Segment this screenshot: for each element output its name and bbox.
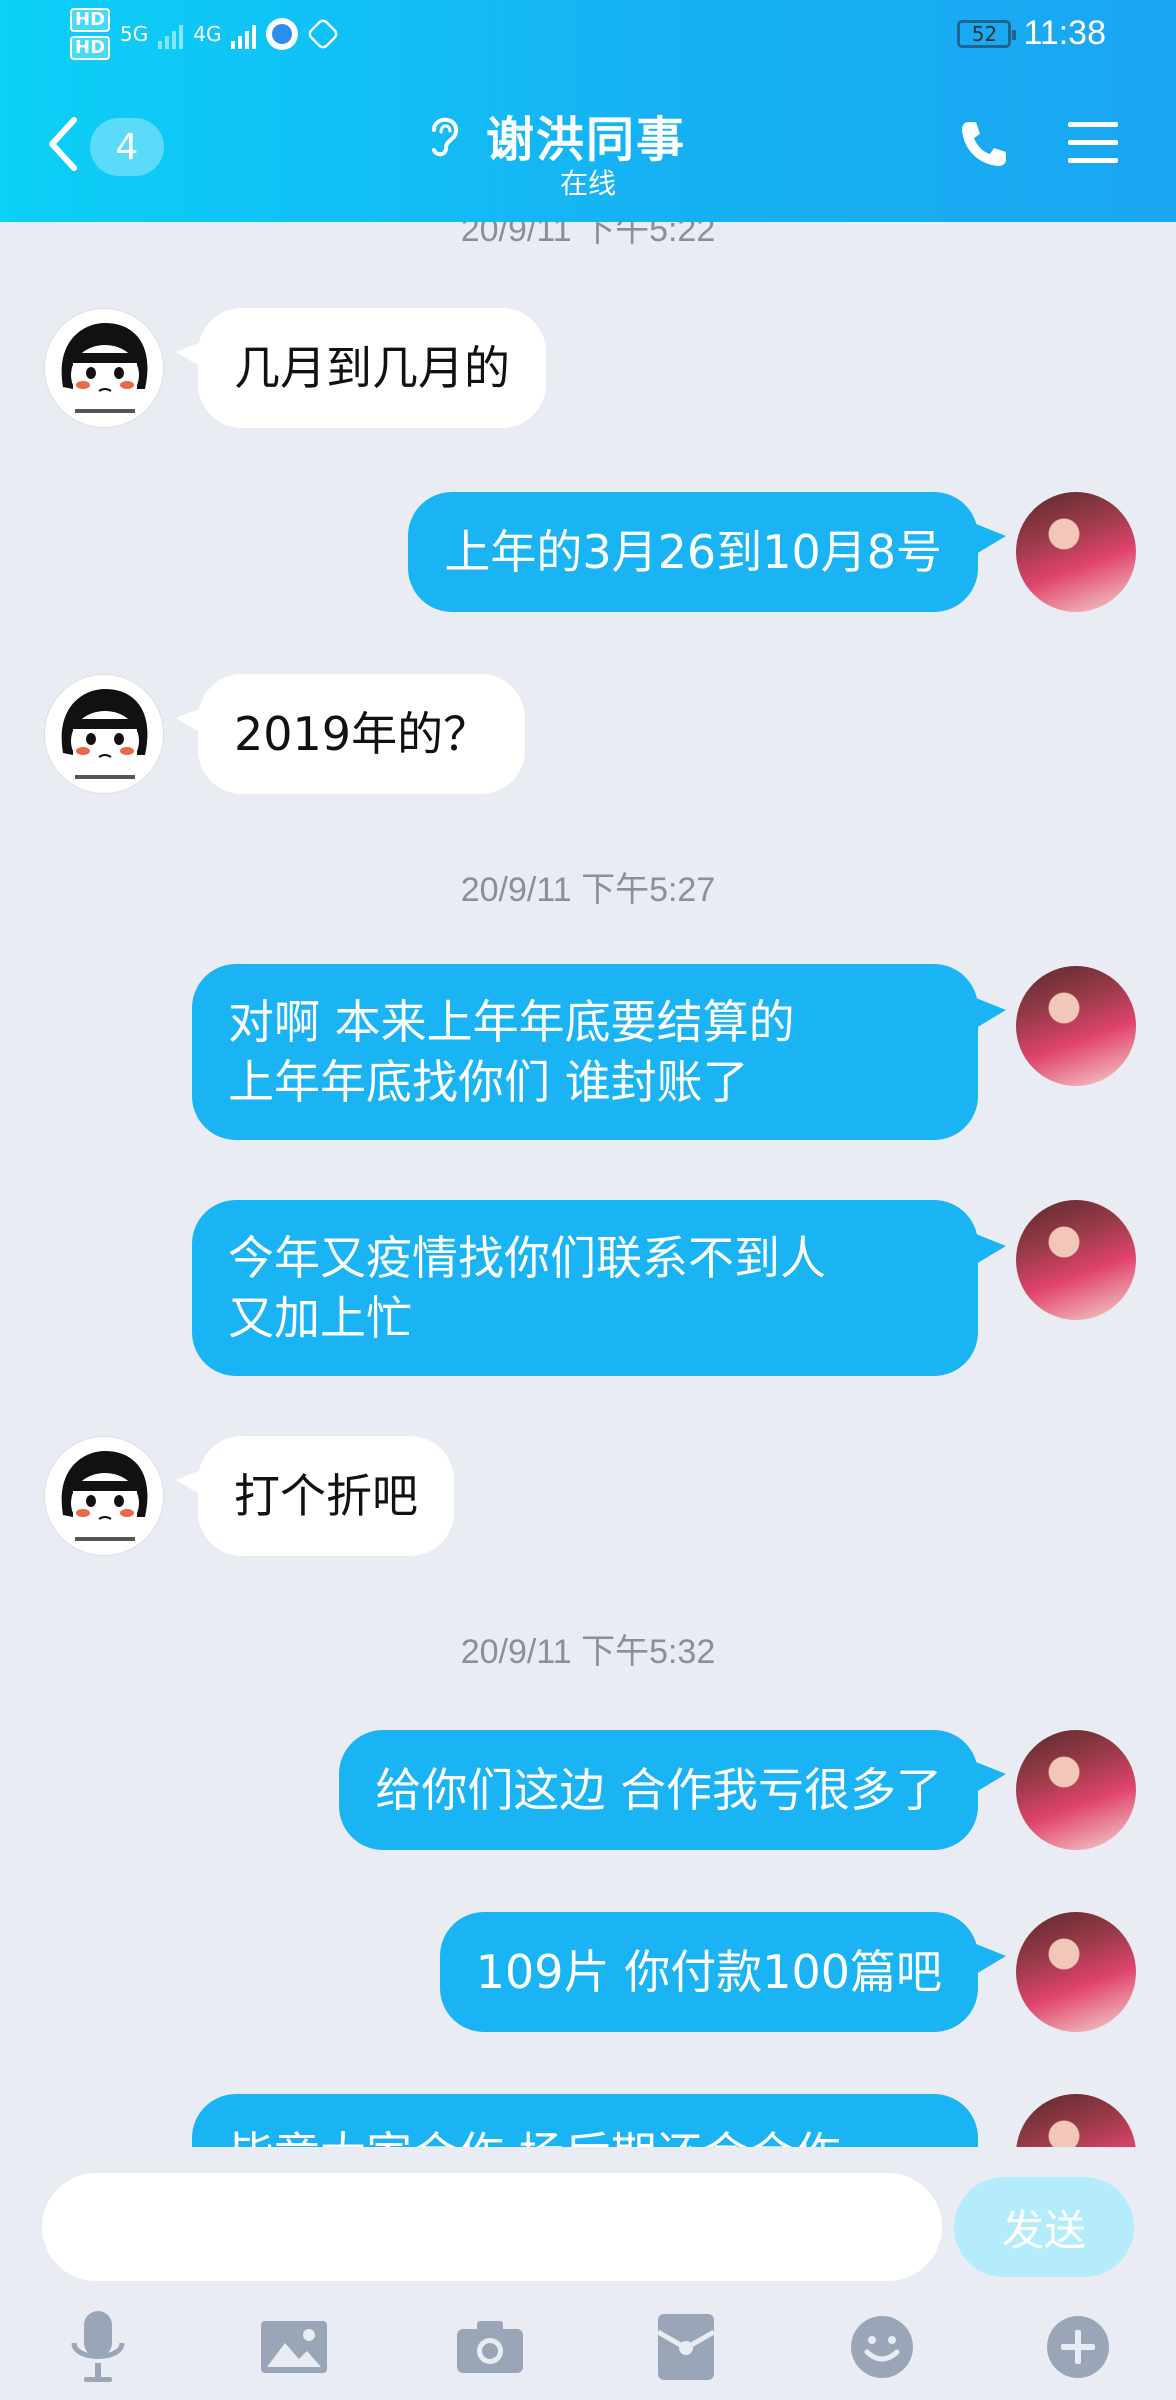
status-right: 52 11:38	[957, 14, 1106, 53]
emoji-icon	[851, 2316, 913, 2378]
camera-button[interactable]	[450, 2307, 530, 2387]
incoming-message[interactable]: 2019年的？	[198, 674, 526, 794]
composer-toolbar	[0, 2307, 1176, 2397]
bubble-tail	[976, 1944, 1006, 1974]
outgoing-message[interactable]: 今年又疫情找你们联系不到人 又加上忙	[192, 1200, 978, 1376]
emoji-button[interactable]	[842, 2307, 922, 2387]
outgoing-message[interactable]: 给你们这边 合作我亏很多了	[339, 1730, 978, 1850]
status-bar: HD HD 5G 4G 52 11:38	[0, 0, 1176, 72]
menu-icon[interactable]	[1066, 118, 1120, 168]
outgoing-message[interactable]: 对啊 本来上年年底要结算的 上年年底找你们 谁封账了	[192, 964, 978, 1140]
message-line: 今年又疫情找你们联系不到人	[228, 1231, 826, 1285]
bubble-tail	[976, 524, 1006, 554]
timestamp: 20/9/11 下午5:32	[460, 1633, 716, 1671]
red-packet-icon	[656, 2314, 716, 2380]
chat-header: HD HD 5G 4G 52 11:38 4 谢洪同事 在线	[0, 0, 1176, 222]
timestamp: 20/9/11 下午5:22	[460, 222, 716, 249]
outgoing-message[interactable]: 109片 你付款100篇吧	[439, 1912, 978, 2032]
message-input[interactable]	[42, 2173, 942, 2281]
app-notification-icon	[266, 18, 299, 50]
message-line: 对啊 本来上年年底要结算的	[228, 995, 795, 1049]
camera-icon	[457, 2321, 523, 2373]
microphone-icon	[71, 2311, 125, 2382]
cartoon-avatar-icon	[45, 675, 163, 793]
image-icon	[261, 2321, 327, 2373]
voice-button[interactable]	[58, 2307, 138, 2387]
message-line: 又加上忙	[228, 1291, 412, 1345]
cartoon-avatar-icon	[45, 309, 163, 427]
battery-level: 52	[971, 21, 998, 46]
timestamp: 20/9/11 下午5:27	[460, 871, 716, 909]
my-avatar[interactable]	[1016, 492, 1136, 612]
status-time: 11:38	[1023, 14, 1106, 52]
outgoing-message[interactable]: 上年的3月26到10月8号	[408, 492, 978, 612]
my-avatar[interactable]	[1016, 2094, 1136, 2147]
network-1-label: 5G	[120, 22, 149, 46]
my-avatar[interactable]	[1016, 966, 1136, 1086]
message-line: 上年年底找你们 谁封账了	[228, 1055, 749, 1109]
volte-1: HD	[70, 8, 111, 32]
my-avatar[interactable]	[1016, 1730, 1136, 1850]
contact-avatar[interactable]	[44, 1436, 164, 1556]
bubble-tail	[976, 1762, 1006, 1792]
contact-name: 谢洪同事	[486, 112, 687, 168]
ear-icon[interactable]	[424, 110, 464, 160]
bubble-tail	[976, 998, 1006, 1028]
network-2-label: 4G	[193, 22, 222, 46]
volte-indicators: HD HD	[70, 8, 111, 60]
hand-notification-icon	[306, 17, 341, 51]
send-button[interactable]: 发送	[954, 2177, 1134, 2277]
my-avatar[interactable]	[1016, 1912, 1136, 2032]
status-left: HD HD 5G 4G	[70, 8, 341, 60]
bubble-tail	[976, 1234, 1006, 1264]
volte-2: HD	[70, 36, 111, 60]
incoming-message[interactable]: 打个折吧	[198, 1436, 454, 1556]
phone-icon[interactable]	[956, 116, 1012, 172]
signal-2-icon	[231, 19, 257, 49]
signal-1-icon	[158, 19, 184, 49]
contact-avatar[interactable]	[44, 674, 164, 794]
plus-icon	[1047, 2316, 1109, 2378]
composer: 发送	[0, 2147, 1176, 2400]
battery-icon: 52	[957, 19, 1017, 48]
incoming-message[interactable]: 几月到几月的	[198, 308, 546, 428]
cartoon-avatar-icon	[45, 1437, 163, 1555]
outgoing-message[interactable]: 毕竟大家合作 场后期还会合作	[192, 2094, 978, 2147]
my-avatar[interactable]	[1016, 1200, 1136, 1320]
message-list[interactable]: 20/9/11 下午5:22 几月到几月的 上年的3月26到10月8号 2019…	[0, 222, 1176, 2147]
more-button[interactable]	[1038, 2307, 1118, 2387]
red-packet-button[interactable]	[646, 2307, 726, 2387]
image-button[interactable]	[254, 2307, 334, 2387]
contact-avatar[interactable]	[44, 308, 164, 428]
